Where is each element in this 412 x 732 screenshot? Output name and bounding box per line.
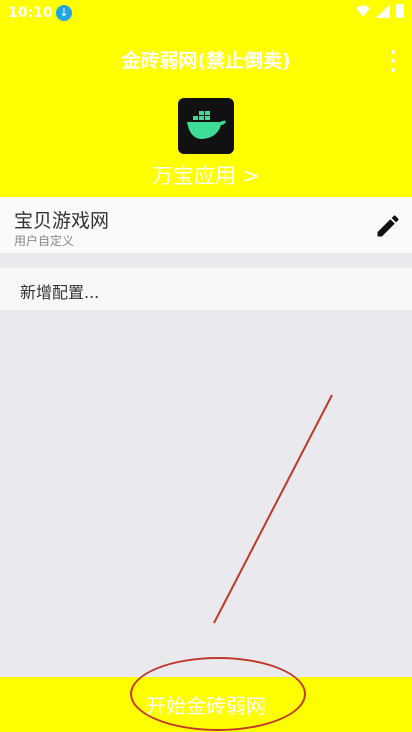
more-options-icon[interactable] [390,50,396,72]
download-icon: ↓ [56,5,72,21]
config-name: 宝贝游戏网 [14,210,110,232]
signal-icon [376,4,390,18]
battery-icon [396,4,404,18]
pencil-icon[interactable] [374,212,402,240]
app-title: 金砖弱网(禁止倒卖) [121,50,291,72]
store-link[interactable]: 万宝应用 > [0,160,412,190]
annotation-circle [130,657,306,731]
wifi-icon [356,5,370,17]
config-subtitle: 用户自定义 [14,234,75,248]
status-icons [356,4,404,18]
docker-whale-icon[interactable] [178,98,234,154]
status-bar: 10:10 ↓ [0,0,412,28]
whale-logo-graphic [187,111,226,139]
status-time: 10:10 [8,5,53,21]
add-config-label: 新增配置... [20,283,100,302]
